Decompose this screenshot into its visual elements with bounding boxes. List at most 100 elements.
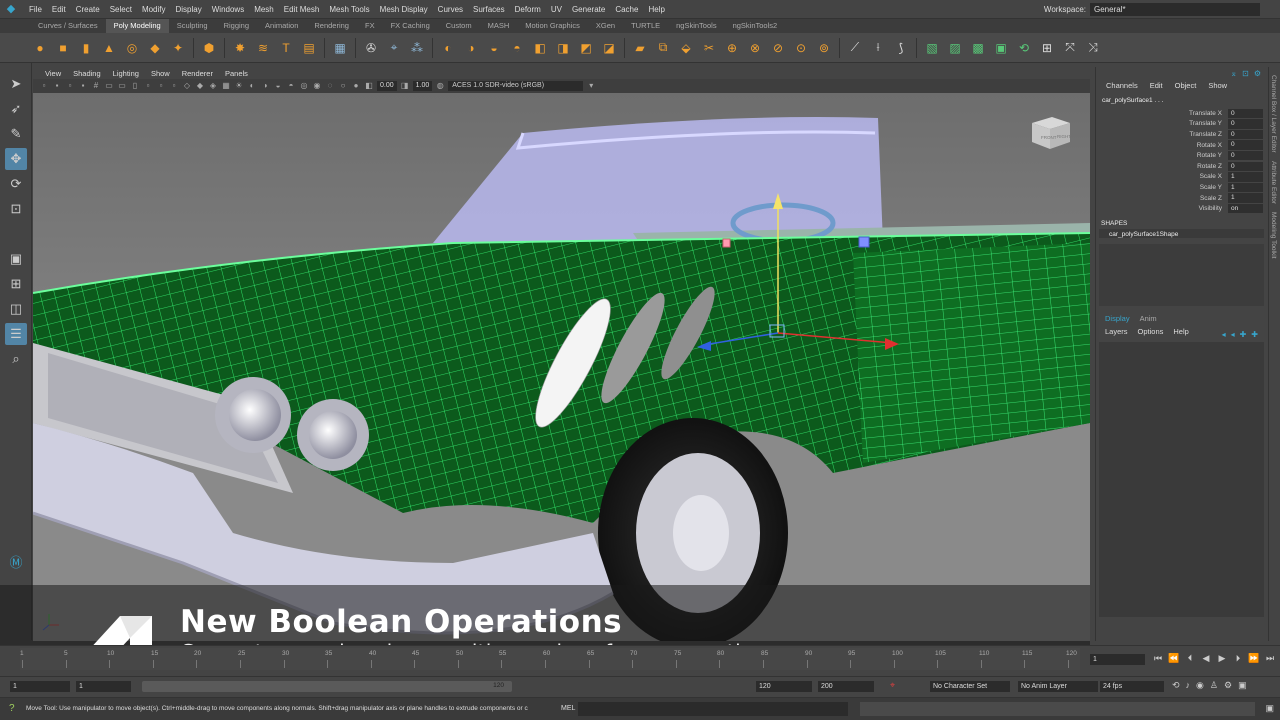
selected-object-name[interactable]: car_polySurface1 . . . [1096, 93, 1267, 108]
remesh-icon[interactable]: ◪ [599, 38, 619, 58]
scale-tool-icon[interactable]: ⊡ [5, 198, 27, 220]
poly-plane-icon[interactable]: ◆ [145, 38, 165, 58]
workspace-selector[interactable]: Workspace: General* [1044, 3, 1260, 16]
attr-value-field[interactable]: 0 [1228, 161, 1263, 172]
step-forward-frame-icon[interactable]: ⏵ [1232, 652, 1244, 664]
step-back-key-icon[interactable]: ⏪ [1168, 652, 1180, 664]
shadows-icon[interactable]: ◐ [247, 81, 257, 91]
shelf-tab-motion-graphics[interactable]: Motion Graphics [517, 19, 588, 33]
layer-menu-help[interactable]: Help [1168, 325, 1193, 338]
append-polygon-icon[interactable]: ⊚ [814, 38, 834, 58]
poly-disc-icon[interactable]: ✦ [168, 38, 188, 58]
viewport-menu-lighting[interactable]: Lighting [107, 69, 145, 78]
attr-value-field[interactable]: 0 [1228, 140, 1263, 150]
super-shape-icon[interactable]: ✸ [230, 38, 250, 58]
speaker-icon[interactable]: ◉ [1196, 680, 1204, 691]
field-chart-icon[interactable]: ▫ [143, 81, 153, 91]
channel-box-menu-edit[interactable]: Edit [1144, 81, 1169, 93]
channel-box-menu-channels[interactable]: Channels [1100, 81, 1144, 93]
character-icon[interactable]: ♙ [1210, 680, 1218, 691]
attr-value-field[interactable]: 0 [1228, 129, 1263, 140]
menu-modify[interactable]: Modify [137, 5, 171, 14]
gamma-icon[interactable]: ◨ [400, 81, 410, 91]
separate-icon[interactable]: ◑ [461, 38, 481, 58]
step-back-frame-icon[interactable]: ⏴ [1184, 652, 1196, 664]
wireframe-on-shaded-icon[interactable]: ◈ [208, 81, 218, 91]
move-tool-icon[interactable]: ✥ [5, 148, 27, 170]
shelf-tab-fx[interactable]: FX [357, 19, 383, 33]
lasso-tool-icon[interactable]: ➶ [5, 98, 27, 120]
attr-value-field[interactable]: on [1228, 203, 1263, 214]
menu-surfaces[interactable]: Surfaces [468, 5, 510, 14]
move-layer-down-icon[interactable]: ◂ [1231, 330, 1235, 339]
ambient-occlusion-icon[interactable]: ◑ [260, 81, 270, 91]
platonic-solid-icon[interactable]: ⬢ [199, 38, 219, 58]
shelf-tab-poly-modeling[interactable]: Poly Modeling [105, 19, 169, 33]
insert-loop-icon[interactable]: ⊕ [722, 38, 742, 58]
play-backward-icon[interactable]: ◀ [1200, 652, 1212, 664]
new-layer-icon[interactable]: ✚ [1240, 330, 1247, 339]
poly-cube-icon[interactable]: ■ [53, 38, 73, 58]
menu-cache[interactable]: Cache [610, 5, 643, 14]
grid-icon[interactable]: # [91, 81, 101, 91]
fps-dropdown[interactable]: 24 fps [1100, 681, 1164, 692]
menu-file[interactable]: File [24, 5, 47, 14]
gate-mask-icon[interactable]: ▯ [130, 81, 140, 91]
shelf-tab-turtle[interactable]: TURTLE [623, 19, 668, 33]
attr-value-field[interactable]: 0 [1228, 150, 1263, 161]
menu-edit[interactable]: Edit [47, 5, 71, 14]
resolution-gate-icon[interactable]: ▭ [117, 81, 127, 91]
uv-planar-icon[interactable]: ▧ [922, 38, 942, 58]
settings-icon[interactable]: ⚙ [1254, 69, 1261, 78]
channel-box-menu-show[interactable]: Show [1202, 81, 1233, 93]
current-frame-field[interactable]: 1 [1090, 654, 1145, 665]
reduce-icon[interactable]: ◩ [576, 38, 596, 58]
menu-display[interactable]: Display [171, 5, 207, 14]
viewport-menu-panels[interactable]: Panels [219, 69, 254, 78]
uv-unfold-icon[interactable]: ⟲ [1014, 38, 1034, 58]
uv-sew-icon[interactable]: ⤨ [1083, 38, 1103, 58]
multi-cut-icon[interactable]: ✂ [699, 38, 719, 58]
poly-cylinder-icon[interactable]: ▮ [76, 38, 96, 58]
exposure-field[interactable]: 0.00 [377, 81, 397, 91]
play-forward-icon[interactable]: ▶ [1216, 652, 1228, 664]
range-start-field[interactable]: 1 [10, 681, 70, 692]
rotate-tool-icon[interactable]: ⟳ [5, 173, 27, 195]
side-tab-attribute-editor[interactable]: Attribute Editor [1270, 161, 1277, 204]
wireframe-icon[interactable]: ◇ [182, 81, 192, 91]
safe-action-icon[interactable]: ▫ [156, 81, 166, 91]
shelf-tab-rigging[interactable]: Rigging [216, 19, 257, 33]
mirror-icon[interactable]: ◧ [530, 38, 550, 58]
xray-components-icon[interactable]: ● [351, 81, 361, 91]
select-tool-icon[interactable]: ➤ [5, 73, 27, 95]
quad-draw-icon[interactable]: ⟋ [845, 38, 865, 58]
pin-icon[interactable]: ⌅ [1230, 69, 1237, 78]
3d-viewport[interactable]: FRONT RIGHT [33, 93, 1090, 641]
motion-blur-icon[interactable]: ◒ [273, 81, 283, 91]
go-to-start-icon[interactable]: ⏮ [1152, 652, 1164, 664]
shelf-tab-xgen[interactable]: XGen [588, 19, 623, 33]
attr-value-field[interactable]: 1 [1228, 172, 1263, 182]
attr-value-field[interactable]: 0 [1228, 119, 1263, 129]
viewport-menu-show[interactable]: Show [145, 69, 176, 78]
shelf-tab-ngskintools[interactable]: ngSkinTools [668, 19, 724, 33]
extrude-icon[interactable]: ▰ [630, 38, 650, 58]
target-weld-icon[interactable]: ⊗ [745, 38, 765, 58]
menu-generate[interactable]: Generate [567, 5, 610, 14]
step-forward-key-icon[interactable]: ⏩ [1248, 652, 1260, 664]
attr-value-field[interactable]: 0 [1228, 108, 1263, 119]
exposure-icon[interactable]: ◧ [364, 81, 374, 91]
bookmark-icon[interactable]: ▫ [65, 81, 75, 91]
xray-icon[interactable]: ◌ [325, 81, 335, 91]
mel-label[interactable]: MEL [561, 705, 575, 712]
svg-tool-icon[interactable]: ▤ [299, 38, 319, 58]
menu-uv[interactable]: UV [546, 5, 567, 14]
gamma-field[interactable]: 1.00 [412, 81, 433, 91]
layer-menu-layers[interactable]: Layers [1100, 325, 1133, 338]
new-layer-selected-icon[interactable]: ✚ [1251, 330, 1258, 339]
chevron-down-icon[interactable]: ▾ [586, 81, 596, 91]
four-view-layout-icon[interactable]: ⊞ [5, 273, 27, 295]
side-tab-modeling-toolkit[interactable]: Modeling Toolkit [1270, 212, 1277, 259]
uv-cylindrical-icon[interactable]: ▨ [945, 38, 965, 58]
symmetry-icon[interactable]: ⌖ [384, 38, 404, 58]
